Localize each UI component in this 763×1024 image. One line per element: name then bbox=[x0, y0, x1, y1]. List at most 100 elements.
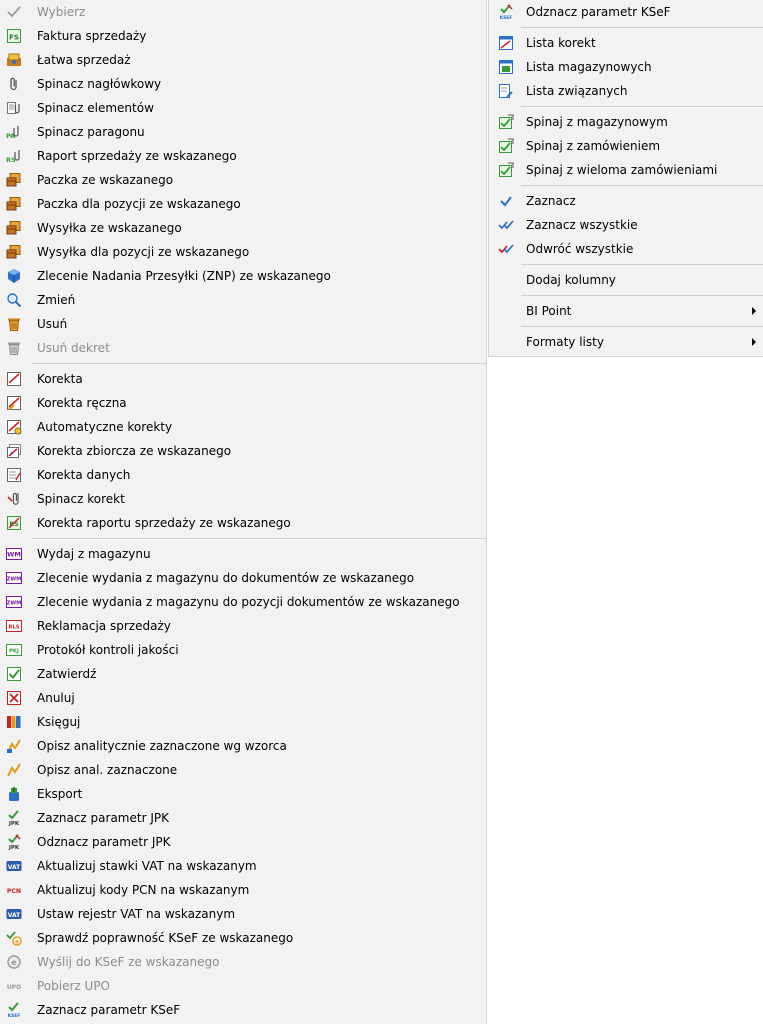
menu-item-lista-zwiazanych[interactable]: Lista związanych bbox=[489, 79, 763, 103]
svg-text:UPO: UPO bbox=[7, 984, 21, 991]
menu-item-opisz-anal-zaznaczone[interactable]: Opisz anal. zaznaczone bbox=[0, 758, 486, 782]
menu-separator bbox=[489, 323, 763, 330]
menu-item-zlecenie-wydania-z-magazynu-do-dokumentow-ze-wskazanego[interactable]: ZWM Zlecenie wydania z magazynu do dokume… bbox=[0, 566, 486, 590]
pcn-icon: PCN bbox=[6, 882, 22, 898]
menu-item-anuluj[interactable]: Anuluj bbox=[0, 686, 486, 710]
menu-item-spinacz-naglowkowy[interactable]: Spinacz nagłówkowy bbox=[0, 72, 486, 96]
menu-item-label: Lista korekt bbox=[526, 36, 596, 50]
vat-icon: VAT bbox=[6, 858, 22, 874]
menu-item-spinacz-paragonu[interactable]: PA Spinacz paragonu bbox=[0, 120, 486, 144]
menu-item-wydaj-z-magazynu[interactable]: WM Wydaj z magazynu bbox=[0, 542, 486, 566]
menu-item-label: Anuluj bbox=[37, 691, 75, 705]
menu-item-label: Odwróć wszystkie bbox=[526, 242, 634, 256]
menu-item-reklamacja-sprzedazy[interactable]: RLS Reklamacja sprzedaży bbox=[0, 614, 486, 638]
correction-icon bbox=[6, 371, 22, 387]
svg-text:FS: FS bbox=[9, 34, 19, 42]
menu-item-spinaj-z-wieloma-zamowieniami[interactable]: Spinaj z wieloma zamówieniami bbox=[489, 158, 763, 182]
package-icon bbox=[6, 244, 22, 260]
menu-item-zaznacz-wszystkie[interactable]: Zaznacz wszystkie bbox=[489, 213, 763, 237]
menu-item-odznacz-parametr-jpk[interactable]: JPK Odznacz parametr JPK bbox=[0, 830, 486, 854]
menu-item-label: Protokół kontroli jakości bbox=[37, 643, 179, 657]
cancel-icon bbox=[6, 690, 22, 706]
menu-item-label: Korekta zbiorcza ze wskazanego bbox=[37, 444, 232, 458]
checkmark-icon bbox=[6, 4, 22, 20]
correction-clip-icon bbox=[6, 491, 22, 507]
select-all-icon bbox=[498, 217, 514, 233]
menu-item-paczka-ze-wskazanego[interactable]: Paczka ze wskazanego bbox=[0, 168, 486, 192]
menu-item-usun-dekret[interactable]: Usuń dekret bbox=[0, 336, 486, 360]
menu-item-wyslij-do-ksef-ze-wskazanego[interactable]: e Wyślij do KSeF ze wskazanego bbox=[0, 950, 486, 974]
vat-icon: VAT bbox=[6, 906, 22, 922]
menu-item-wysylka-dla-pozycji-ze-wskazanego[interactable]: Wysyłka dla pozycji ze wskazanego bbox=[0, 240, 486, 264]
menu-item-korekta-danych[interactable]: Korekta danych bbox=[0, 463, 486, 487]
menu-item-bi-point[interactable]: BI Point bbox=[489, 299, 763, 323]
menu-item-zlecenie-wydania-z-magazynu-do-pozycji-dokumentow-ze-wskazanego[interactable]: ZWM Zlecenie wydania z magazynu do pozycj… bbox=[0, 590, 486, 614]
menu-item-korekta-reczna[interactable]: Korekta ręczna bbox=[0, 391, 486, 415]
svg-text:KSEF: KSEF bbox=[8, 1013, 21, 1018]
menu-item-aktualizuj-kody-pcn-na-wskazanym[interactable]: PCN Aktualizuj kody PCN na wskazanym bbox=[0, 878, 486, 902]
menu-item-label: Wydaj z magazynu bbox=[37, 547, 151, 561]
menu-item-aktualizuj-stawki-vat-na-wskazanym[interactable]: VAT Aktualizuj stawki VAT na wskazanym bbox=[0, 854, 486, 878]
menu-separator bbox=[0, 360, 486, 367]
menu-item-wybierz[interactable]: Wybierz bbox=[0, 0, 486, 24]
jpk-check-icon: JPK bbox=[6, 810, 22, 826]
menu-item-zlecenie-nadania-przesylki-znp-ze-wskazanego[interactable]: Zlecenie Nadania Przesyłki (ZNP) ze wska… bbox=[0, 264, 486, 288]
menu-item-formaty-listy[interactable]: Formaty listy bbox=[489, 330, 763, 354]
menu-item-automatyczne-korekty[interactable]: Automatyczne korekty bbox=[0, 415, 486, 439]
paperclip-icon bbox=[6, 76, 22, 92]
menu-item-label: Reklamacja sprzedaży bbox=[37, 619, 171, 633]
package-icon bbox=[6, 220, 22, 236]
menu-item-raport-sprzedazy-ze-wskazanego[interactable]: RS Raport sprzedaży ze wskazanego bbox=[0, 144, 486, 168]
menu-item-lista-korekt[interactable]: Lista korekt bbox=[489, 31, 763, 55]
menu-item-odwroc-wszystkie[interactable]: Odwróć wszystkie bbox=[489, 237, 763, 261]
upo-icon: UPO bbox=[6, 978, 22, 994]
menu-item-label: Usuń bbox=[37, 317, 68, 331]
menu-item-opisz-analitycznie-zaznaczone-wg-wzorca[interactable]: Opisz analitycznie zaznaczone wg wzorca bbox=[0, 734, 486, 758]
menu-item-pobierz-upo[interactable]: UPO Pobierz UPO bbox=[0, 974, 486, 998]
menu-item-spinacz-elementow[interactable]: Spinacz elementów bbox=[0, 96, 486, 120]
menu-item-paczka-dla-pozycji-ze-wskazanego[interactable]: Paczka dla pozycji ze wskazanego bbox=[0, 192, 486, 216]
menu-item-sprawdz-poprawnosc-ksef-ze-wskazanego[interactable]: e Sprawdź poprawność KSeF ze wskazanego bbox=[0, 926, 486, 950]
menu-item-dodaj-kolumny[interactable]: Dodaj kolumny bbox=[489, 268, 763, 292]
menu-item-label: Wysyłka ze wskazanego bbox=[37, 221, 182, 235]
menu-item-label: Spinaj z wieloma zamówieniami bbox=[526, 163, 718, 177]
menu-item-zaznacz-parametr-ksef[interactable]: KSEF Zaznacz parametr KSeF bbox=[0, 998, 486, 1022]
menu-item-label: Formaty listy bbox=[526, 335, 604, 349]
menu-item-ksieguj[interactable]: Księguj bbox=[0, 710, 486, 734]
menu-item-eksport[interactable]: Eksport bbox=[0, 782, 486, 806]
data-correction-icon bbox=[6, 467, 22, 483]
menu-item-spinacz-korekt[interactable]: Spinacz korekt bbox=[0, 487, 486, 511]
menu-item-spinaj-z-zamowieniem[interactable]: Spinaj z zamówieniem bbox=[489, 134, 763, 158]
menu-item-latwa-sprzedaz[interactable]: Łatwa sprzedaż bbox=[0, 48, 486, 72]
menu-item-label: Zmień bbox=[37, 293, 76, 307]
context-menu-right: KSEF Odznacz parametr KSeF Lista korekt Lis… bbox=[488, 0, 763, 357]
menu-item-zaznacz-parametr-jpk[interactable]: JPK Zaznacz parametr JPK bbox=[0, 806, 486, 830]
menu-item-usun[interactable]: Usuń bbox=[0, 312, 486, 336]
menu-item-label: Sprawdź poprawność KSeF ze wskazanego bbox=[37, 931, 294, 945]
menu-item-label: Zatwierdź bbox=[37, 667, 97, 681]
menu-item-faktura-sprzedazy[interactable]: FS Faktura sprzedaży bbox=[0, 24, 486, 48]
menu-item-korekta[interactable]: Korekta bbox=[0, 367, 486, 391]
menu-item-zaznacz[interactable]: Zaznacz bbox=[489, 189, 763, 213]
svg-text:JPK: JPK bbox=[8, 821, 20, 826]
menu-item-protokol-kontroli-jakosci[interactable]: PKJ Protokół kontroli jakości bbox=[0, 638, 486, 662]
menu-item-label: Faktura sprzedaży bbox=[37, 29, 147, 43]
menu-item-label: Wyślij do KSeF ze wskazanego bbox=[37, 955, 220, 969]
menu-item-wysylka-ze-wskazanego[interactable]: Wysyłka ze wskazanego bbox=[0, 216, 486, 240]
menu-item-korekta-zbiorcza-ze-wskazanego[interactable]: Korekta zbiorcza ze wskazanego bbox=[0, 439, 486, 463]
menu-item-zatwierdz[interactable]: Zatwierdź bbox=[0, 662, 486, 686]
menu-item-korekta-raportu-sprzedazy-ze-wskazanego[interactable]: RS Korekta raportu sprzedaży ze wskazaneg… bbox=[0, 511, 486, 535]
svg-text:JPK: JPK bbox=[8, 845, 20, 850]
menu-item-ustaw-rejestr-vat-na-wskazanym[interactable]: VAT Ustaw rejestr VAT na wskazanym bbox=[0, 902, 486, 926]
link-order-icon bbox=[498, 138, 514, 154]
menu-item-label: Lista magazynowych bbox=[526, 60, 652, 74]
menu-item-label: Korekta danych bbox=[37, 468, 131, 482]
menu-item-label: Opisz analitycznie zaznaczone wg wzorca bbox=[37, 739, 287, 753]
menu-item-spinaj-z-magazynowym[interactable]: Spinaj z magazynowym bbox=[489, 110, 763, 134]
menu-item-label: Spinaj z zamówieniem bbox=[526, 139, 661, 153]
menu-item-lista-magazynowych[interactable]: Lista magazynowych bbox=[489, 55, 763, 79]
menu-item-odznacz-parametr-ksef[interactable]: KSEF Odznacz parametr KSeF bbox=[489, 0, 763, 24]
menu-item-label: Aktualizuj kody PCN na wskazanym bbox=[37, 883, 250, 897]
menu-item-zmien[interactable]: Zmień bbox=[0, 288, 486, 312]
menu-item-label: Raport sprzedaży ze wskazanego bbox=[37, 149, 237, 163]
